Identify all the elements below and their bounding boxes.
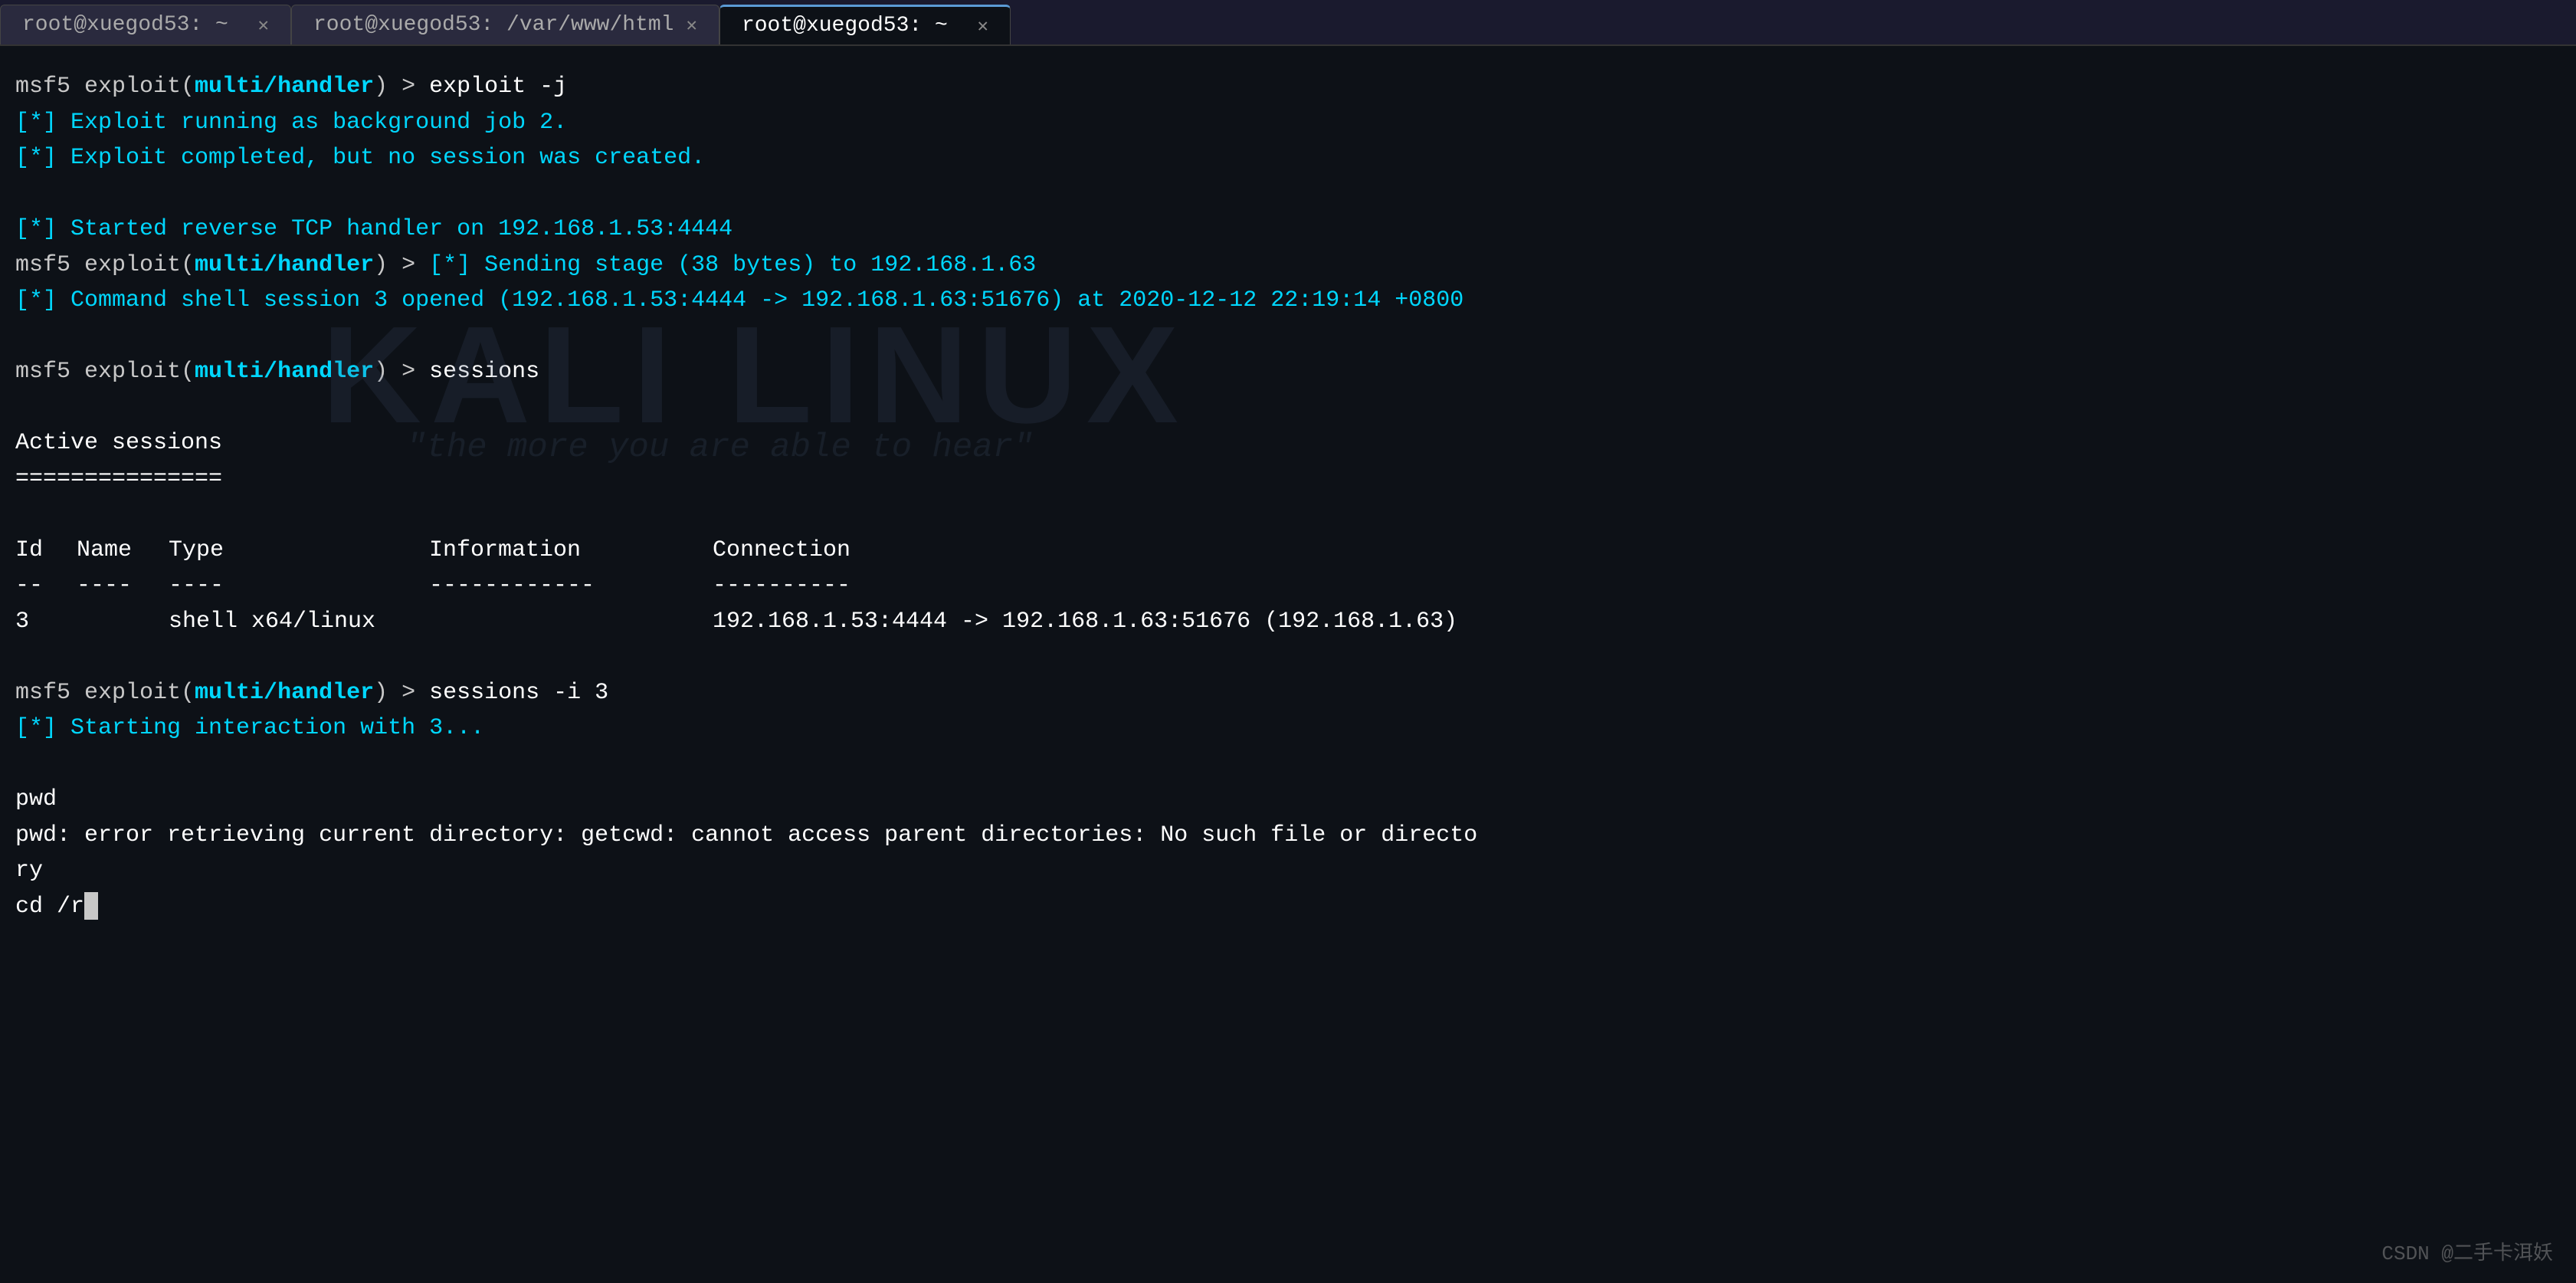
terminal-line-3: [*] Exploit completed, but no session wa…: [15, 140, 2561, 176]
terminal-line-23: ry: [15, 853, 2561, 889]
tab-1-close[interactable]: ✕: [258, 14, 269, 37]
terminal-line-2: [*] Exploit running as background job 2.: [15, 105, 2561, 141]
tab-1-label: root@xuegod53: ~: [22, 13, 228, 37]
sessions-table-header: Id Name Type Information Connection: [15, 533, 2561, 569]
terminal-line-9: msf5 exploit(multi/handler) > sessions: [15, 354, 2561, 390]
terminal-line-7: [*] Command shell session 3 opened (192.…: [15, 283, 2561, 319]
terminal-line-13: [15, 497, 2561, 533]
terminal-line-20: [15, 747, 2561, 783]
terminal-line-10: [15, 390, 2561, 426]
tab-2-close[interactable]: ✕: [686, 14, 696, 37]
csdn-watermark: CSDN @二手卡洱妖: [2381, 1239, 2553, 1269]
terminal-cursor: [84, 892, 98, 920]
tab-bar: root@xuegod53: ~ ✕ root@xuegod53: /var/w…: [0, 0, 2576, 46]
terminal-line-8: [15, 319, 2561, 355]
terminal-line-11: Active sessions: [15, 425, 2561, 461]
terminal-line-6: msf5 exploit(multi/handler) > [*] Sendin…: [15, 248, 2561, 284]
terminal-line-4: [15, 176, 2561, 212]
terminal-line-19: [*] Starting interaction with 3...: [15, 710, 2561, 747]
tab-3-label: root@xuegod53: ~: [742, 14, 948, 38]
tab-3-close[interactable]: ✕: [977, 15, 988, 38]
tab-2[interactable]: root@xuegod53: /var/www/html ✕: [291, 5, 719, 44]
terminal-line-1: msf5 exploit(multi/handler) > exploit -j: [15, 69, 2561, 105]
terminal-line-24: cd /r: [15, 889, 2561, 925]
terminal-line-17: [15, 639, 2561, 675]
terminal-line-5: [*] Started reverse TCP handler on 192.1…: [15, 212, 2561, 248]
terminal[interactable]: KALI LINUX "the more you are able to hea…: [0, 46, 2576, 1283]
tab-2-label: root@xuegod53: /var/www/html: [313, 13, 673, 37]
terminal-line-18: msf5 exploit(multi/handler) > sessions -…: [15, 675, 2561, 711]
terminal-line-22: pwd: error retrieving current directory:…: [15, 818, 2561, 854]
sessions-table-row-3: 3 shell x64/linux 192.168.1.53:4444 -> 1…: [15, 604, 2561, 640]
terminal-line-21: pwd: [15, 782, 2561, 818]
tab-3[interactable]: root@xuegod53: ~ ✕: [719, 5, 1011, 44]
sessions-table-sep: -- ---- ---- ------------ ----------: [15, 568, 2561, 604]
tab-1[interactable]: root@xuegod53: ~ ✕: [0, 5, 291, 44]
terminal-line-12: ===============: [15, 461, 2561, 497]
